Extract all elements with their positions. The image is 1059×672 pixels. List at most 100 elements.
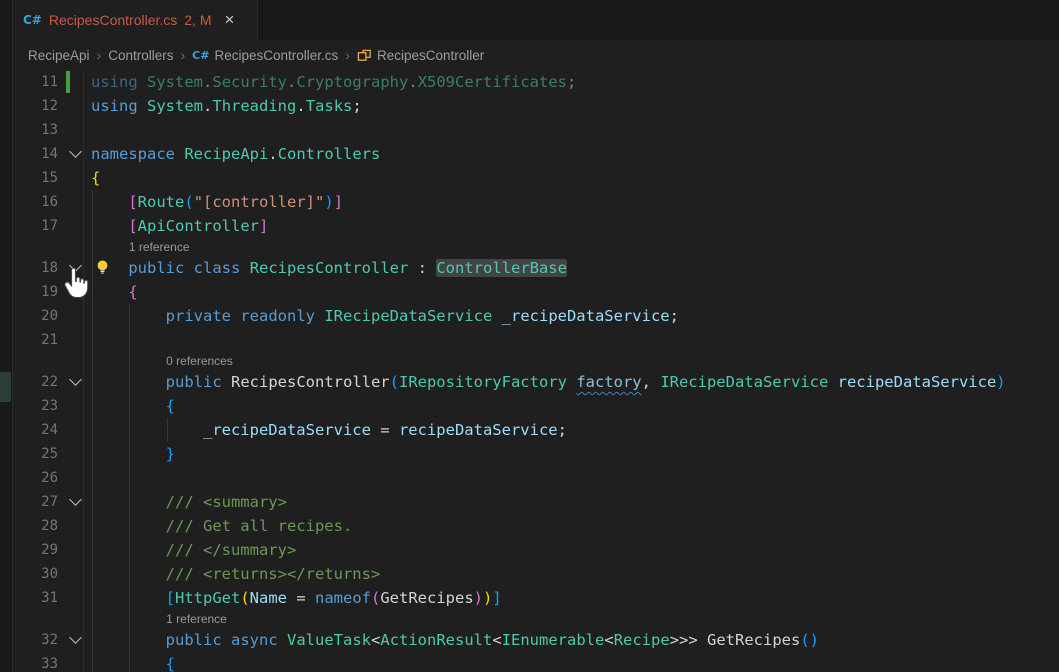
line-number[interactable]: 15	[30, 166, 58, 190]
line-number[interactable]: 27	[30, 490, 58, 514]
code-line-31[interactable]: 31 [HttpGet(Name = nameof(GetRecipes))]	[0, 586, 1059, 610]
tab-recipescontroller[interactable]: C# RecipesController.cs 2, M ×	[13, 0, 258, 40]
code-line-26[interactable]: 26	[0, 466, 1059, 490]
code-text: public class RecipesController : Control…	[91, 256, 567, 280]
line-number[interactable]: 25	[30, 442, 58, 466]
line-number[interactable]: 11	[30, 70, 58, 94]
git-added-gutter-indicator	[66, 71, 70, 93]
code-line-20[interactable]: 20 private readonly IRecipeDataService _…	[0, 304, 1059, 328]
line-number[interactable]: 17	[30, 214, 58, 238]
breadcrumb-separator-icon: ›	[345, 47, 350, 63]
line-number[interactable]: 31	[30, 586, 58, 610]
code-line-25[interactable]: 25 }	[0, 442, 1059, 466]
line-number[interactable]: 26	[30, 466, 58, 490]
breadcrumb-item-recipescontroller-cs[interactable]: C#RecipesController.cs	[192, 48, 338, 63]
code-line-28[interactable]: 28 /// Get all recipes.	[0, 514, 1059, 538]
line-number[interactable]: 22	[30, 370, 58, 394]
code-line-16[interactable]: 16 [Route("[controller]")]	[0, 190, 1059, 214]
codelens-reference-link[interactable]: 1 reference	[166, 610, 227, 628]
code-text: [ApiController]	[91, 214, 268, 238]
codelens-row[interactable]: 1 reference	[0, 610, 1059, 628]
class-symbol-icon	[357, 48, 372, 63]
code-text: {	[91, 280, 138, 304]
breadcrumb-separator-icon: ›	[97, 47, 102, 63]
code-line-24[interactable]: 24 _recipeDataService = recipeDataServic…	[0, 418, 1059, 442]
code-line-15[interactable]: 15{	[0, 166, 1059, 190]
line-number[interactable]: 21	[30, 328, 58, 352]
fold-chevron-icon[interactable]	[69, 493, 82, 506]
breadcrumb-item-recipeapi[interactable]: RecipeApi	[28, 48, 90, 63]
codelens-reference-link[interactable]: 1 reference	[129, 238, 190, 256]
code-line-22[interactable]: 22 public RecipesController(IRepositoryF…	[0, 370, 1059, 394]
line-number[interactable]: 19	[30, 280, 58, 304]
indent-guide	[129, 328, 130, 352]
breadcrumb-label: RecipesController.cs	[214, 48, 338, 63]
code-text: {	[91, 652, 175, 672]
code-text: public async ValueTask<ActionResult<IEnu…	[91, 628, 819, 652]
line-number[interactable]: 30	[30, 562, 58, 586]
code-text: /// <returns></returns>	[91, 562, 380, 586]
indent-guide	[92, 238, 93, 256]
code-line-30[interactable]: 30 /// <returns></returns>	[0, 562, 1059, 586]
code-line-27[interactable]: 27 /// <summary>	[0, 490, 1059, 514]
fold-chevron-icon[interactable]	[69, 259, 82, 272]
line-number[interactable]: 14	[30, 142, 58, 166]
vscode-editor-window: C# RecipesController.cs 2, M × RecipeApi…	[0, 0, 1059, 672]
code-line-29[interactable]: 29 /// </summary>	[0, 538, 1059, 562]
fold-chevron-icon[interactable]	[69, 373, 82, 386]
line-number[interactable]: 18	[30, 256, 58, 280]
code-text: /// </summary>	[91, 538, 296, 562]
code-line-11[interactable]: 11 using System.Security.Cryptography.X50…	[0, 70, 1059, 94]
line-number[interactable]: 12	[30, 94, 58, 118]
codelens-row[interactable]: 1 reference	[0, 238, 1059, 256]
code-line-14[interactable]: 14 namespace RecipeApi.Controllers	[0, 142, 1059, 166]
code-text: namespace RecipeApi.Controllers	[91, 142, 380, 166]
code-text: using System.Threading.Tasks;	[91, 94, 362, 118]
indent-guide	[92, 352, 93, 370]
code-line-17[interactable]: 17 [ApiController]	[0, 214, 1059, 238]
tab-problems-badge: 2, M	[184, 12, 211, 28]
code-line-32[interactable]: 32 public async ValueTask<ActionResult<I…	[0, 628, 1059, 652]
fold-chevron-icon[interactable]	[69, 631, 82, 644]
line-number[interactable]: 28	[30, 514, 58, 538]
breadcrumb: RecipeApi › Controllers › C#RecipesControlle…	[13, 40, 1059, 70]
breadcrumb-label: RecipesController	[377, 48, 484, 63]
code-line-12[interactable]: 12 using System.Threading.Tasks;	[0, 94, 1059, 118]
line-number[interactable]: 24	[30, 418, 58, 442]
indent-guide	[129, 610, 130, 628]
code-line-18[interactable]: 18 public class RecipesController : Cont…	[0, 256, 1059, 280]
fold-chevron-icon[interactable]	[69, 145, 82, 158]
line-number[interactable]: 16	[30, 190, 58, 214]
indent-guide	[129, 352, 130, 370]
code-text: /// Get all recipes.	[91, 514, 352, 538]
line-number[interactable]: 33	[30, 652, 58, 672]
breadcrumb-label: Controllers	[108, 48, 173, 63]
line-number[interactable]: 32	[30, 628, 58, 652]
code-line-33[interactable]: 33 {	[0, 652, 1059, 672]
left-edge-strip	[0, 0, 13, 672]
line-number[interactable]: 29	[30, 538, 58, 562]
code-line-23[interactable]: 23 {	[0, 394, 1059, 418]
tab-close-icon[interactable]: ×	[225, 12, 235, 28]
line-number[interactable]: 13	[30, 118, 58, 142]
code-text: using System.Security.Cryptography.X509C…	[91, 70, 576, 94]
line-number[interactable]: 20	[30, 304, 58, 328]
code-text: {	[91, 394, 175, 418]
indent-guide	[92, 466, 93, 490]
csharp-file-icon: C#	[23, 13, 42, 27]
tab-label: RecipesController.cs	[49, 12, 177, 28]
code-text: private readonly IRecipeDataService _rec…	[91, 304, 679, 328]
line-number[interactable]: 23	[30, 394, 58, 418]
code-text: }	[91, 442, 175, 466]
code-line-21[interactable]: 21	[0, 328, 1059, 352]
code-line-19[interactable]: 19 {	[0, 280, 1059, 304]
indent-guide	[129, 466, 130, 490]
code-line-13[interactable]: 13	[0, 118, 1059, 142]
code-text: [Route("[controller]")]	[91, 190, 343, 214]
code-text: _recipeDataService = recipeDataService;	[91, 418, 567, 442]
breadcrumb-item-recipescontroller[interactable]: RecipesController	[357, 48, 484, 63]
breadcrumb-item-controllers[interactable]: Controllers	[108, 48, 173, 63]
codelens-reference-link[interactable]: 0 references	[166, 352, 233, 370]
codelens-row[interactable]: 0 references	[0, 352, 1059, 370]
indent-guide	[92, 328, 93, 352]
